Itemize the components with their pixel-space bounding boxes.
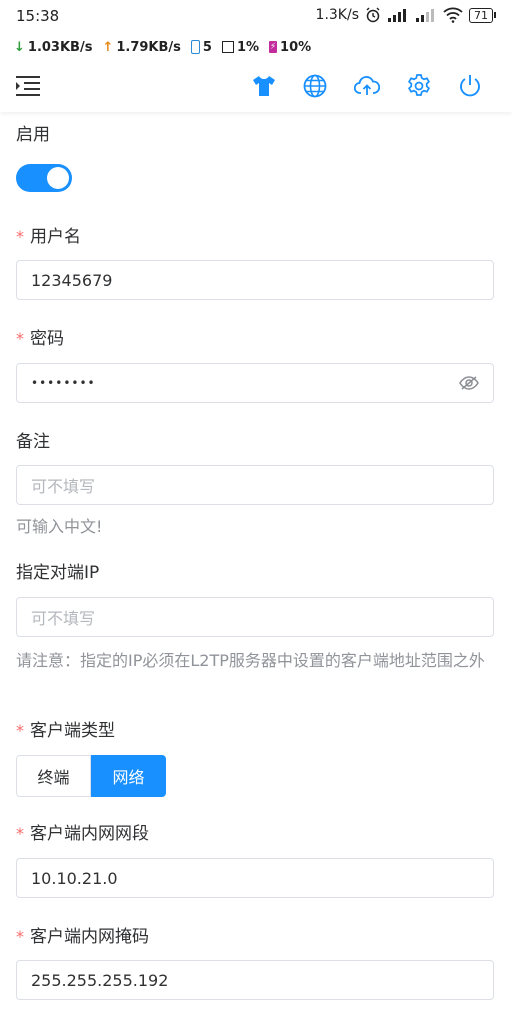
gear-icon[interactable] (406, 73, 432, 99)
battery-icon: 71 (469, 7, 496, 23)
password-input[interactable]: •••••••• (16, 363, 494, 403)
mask-label: * 客户端内网掩码 (16, 927, 149, 947)
signal-icon (388, 9, 406, 22)
toggle-knob (47, 167, 69, 189)
status-time: 15:38 (16, 7, 60, 25)
status-bar: 15:38 1.3K/s 71 (0, 0, 512, 34)
upload-speed: ↑ 1.79KB/s (102, 39, 181, 55)
signal-icon-2 (416, 9, 434, 22)
top-toolbar (0, 60, 512, 112)
download-arrow-icon: ↓ (14, 39, 25, 55)
alarm-icon (366, 7, 380, 23)
eye-hidden-icon[interactable] (459, 375, 479, 391)
phone-icon (190, 40, 200, 54)
client-type-network-option[interactable]: 网络 (91, 755, 166, 797)
status-right: 1.3K/s 71 (316, 7, 496, 23)
required-mark: * (16, 824, 24, 843)
required-mark: * (16, 227, 24, 246)
remark-label: 备注 (16, 432, 50, 452)
peer-ip-input[interactable]: 可不填写 (16, 597, 494, 637)
subnet-input[interactable]: 10.10.21.0 (16, 858, 494, 898)
remark-hint: 可输入中文! (16, 517, 103, 536)
client-type-label: * 客户端类型 (16, 721, 115, 741)
net-monitor-bar: ↓ 1.03KB/s ↑ 1.79KB/s 5 1% ⚡ 10% (14, 36, 311, 58)
battery-usage: ⚡ 10% (269, 39, 312, 55)
remark-input[interactable]: 可不填写 (16, 465, 494, 505)
subnet-label: * 客户端内网网段 (16, 824, 149, 844)
peer-ip-label: 指定对端IP (16, 563, 100, 583)
cpu-usage: 1% (221, 40, 259, 55)
enable-toggle[interactable] (16, 164, 72, 192)
cloud-upload-icon[interactable] (354, 73, 380, 99)
username-input[interactable]: 12345679 (16, 260, 494, 300)
upload-arrow-icon: ↑ (102, 39, 114, 55)
power-icon[interactable] (457, 73, 483, 99)
tshirt-icon[interactable] (251, 73, 277, 99)
cpu-icon (221, 41, 234, 53)
mask-input[interactable]: 255.255.255.192 (16, 960, 494, 1000)
download-speed: ↓ 1.03KB/s (14, 39, 93, 55)
required-mark: * (16, 721, 24, 740)
phone-count: 5 (190, 40, 212, 55)
client-type-terminal-option[interactable]: 终端 (16, 755, 91, 797)
enable-label: 启用 (16, 125, 50, 145)
password-label: * 密码 (16, 329, 64, 349)
client-type-segmented: 终端 网络 (16, 755, 166, 797)
net-speed: 1.3K/s (315, 7, 359, 23)
username-label: * 用户名 (16, 227, 81, 247)
peer-ip-hint: 请注意：指定的IP必须在L2TP服务器中设置的客户端地址范围之外 (16, 651, 485, 670)
required-mark: * (16, 927, 24, 946)
charging-icon: ⚡ (269, 41, 278, 53)
battery-level: 71 (469, 7, 493, 23)
globe-icon[interactable] (302, 73, 328, 99)
wifi-icon (443, 7, 463, 23)
required-mark: * (16, 329, 24, 348)
menu-icon[interactable] (15, 73, 41, 99)
